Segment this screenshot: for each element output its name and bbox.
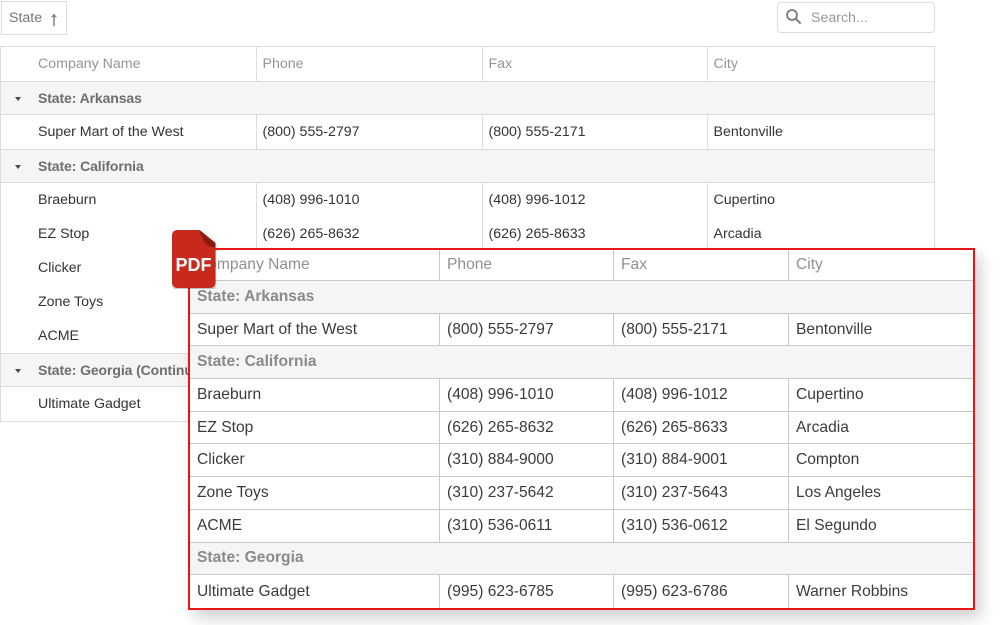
- svg-text:PDF: PDF: [176, 255, 212, 275]
